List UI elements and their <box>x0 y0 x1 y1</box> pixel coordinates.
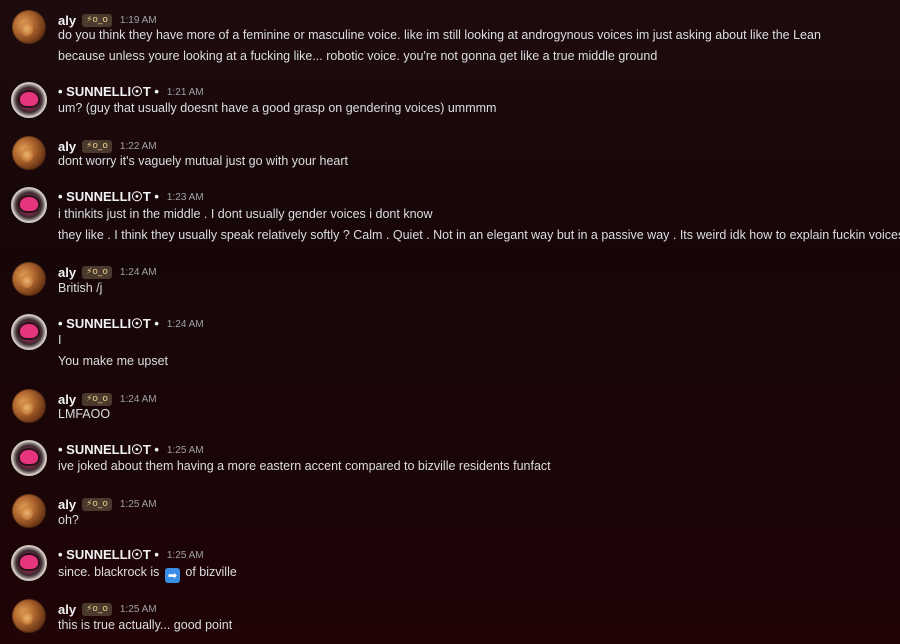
message-text: um? (guy that usually doesnt have a good… <box>58 101 497 115</box>
avatar-aly[interactable] <box>12 262 46 296</box>
timestamp: 1:25 AM <box>119 498 157 510</box>
user-tag: ⚡o_o <box>82 497 112 511</box>
message-text-part: of bizville <box>185 565 237 579</box>
avatar-aly[interactable] <box>12 389 46 423</box>
avatar-sunnelliot[interactable] <box>11 440 47 476</box>
message-text: oh? <box>58 513 79 527</box>
user-tag: ⚡o_o <box>82 602 112 616</box>
message-text: You make me upset <box>58 354 169 368</box>
avatar-sunnelliot[interactable] <box>11 82 47 118</box>
message-text: because unless youre looking at a fuckin… <box>58 49 658 63</box>
message-text: LMFAOO <box>58 407 111 421</box>
avatar-sunnelliot[interactable] <box>11 545 47 581</box>
timestamp: 1:25 AM <box>166 549 204 561</box>
message-text: since. blackrock is ➡ of bizville <box>58 562 237 583</box>
avatar-aly[interactable] <box>12 10 46 44</box>
message-text: ive joked about them having a more easte… <box>58 459 551 473</box>
message-header: • SUNNELLI☉T • 1:24 AM <box>58 314 204 334</box>
avatar-aly[interactable] <box>12 599 46 633</box>
message-text: they like . I think they usually speak r… <box>58 228 900 242</box>
message-text-part: since. blackrock is <box>58 565 160 579</box>
message-text: i thinkits just in the middle . I dont u… <box>58 207 433 221</box>
message-text: do you think they have more of a feminin… <box>58 28 821 42</box>
timestamp: 1:25 AM <box>166 444 204 456</box>
timestamp: 1:19 AM <box>119 14 157 26</box>
avatar-aly[interactable] <box>12 136 46 170</box>
avatar-sunnelliot[interactable] <box>11 314 47 350</box>
user-tag: ⚡o_o <box>82 265 112 279</box>
author-name[interactable]: • SUNNELLI☉T • <box>58 189 159 205</box>
timestamp: 1:21 AM <box>166 86 204 98</box>
message-text: I <box>58 333 62 347</box>
author-name[interactable]: • SUNNELLI☉T • <box>58 547 159 563</box>
timestamp: 1:22 AM <box>119 140 157 152</box>
timestamp: 1:24 AM <box>119 266 157 278</box>
avatar-sunnelliot[interactable] <box>11 187 47 223</box>
avatar-aly[interactable] <box>12 494 46 528</box>
message-text: British /j <box>58 281 103 295</box>
message-text: this is true actually... good point <box>58 618 233 632</box>
timestamp: 1:24 AM <box>166 318 204 330</box>
author-name[interactable]: • SUNNELLI☉T • <box>58 316 159 332</box>
right-arrow-emoji-icon[interactable]: ➡ <box>164 568 180 583</box>
timestamp: 1:25 AM <box>119 603 157 615</box>
timestamp: 1:24 AM <box>119 393 157 405</box>
timestamp: 1:23 AM <box>166 191 204 203</box>
message-text: dont worry it's vaguely mutual just go w… <box>58 154 349 168</box>
chat-message-list[interactable]: aly ⚡o_o 1:19 AM do you think they have … <box>0 0 900 644</box>
